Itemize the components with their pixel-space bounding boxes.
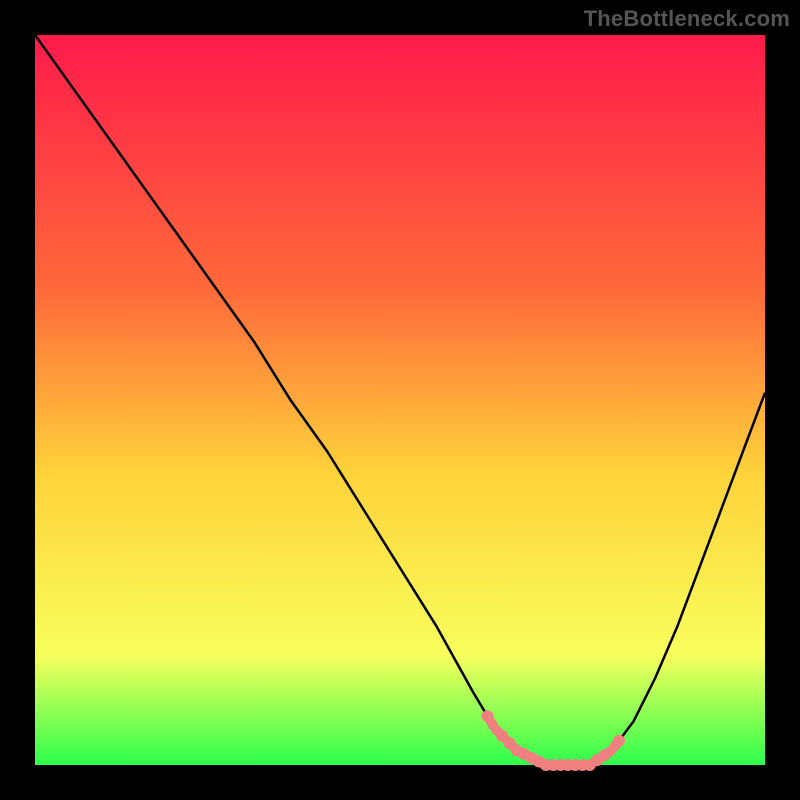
plot-background (35, 35, 765, 765)
chart-container: TheBottleneck.com (0, 0, 800, 800)
highlight-dot (598, 749, 610, 761)
highlight-dot (613, 735, 625, 747)
highlight-dot (482, 710, 494, 722)
watermark-text: TheBottleneck.com (584, 6, 790, 32)
bottleneck-chart (0, 0, 800, 800)
